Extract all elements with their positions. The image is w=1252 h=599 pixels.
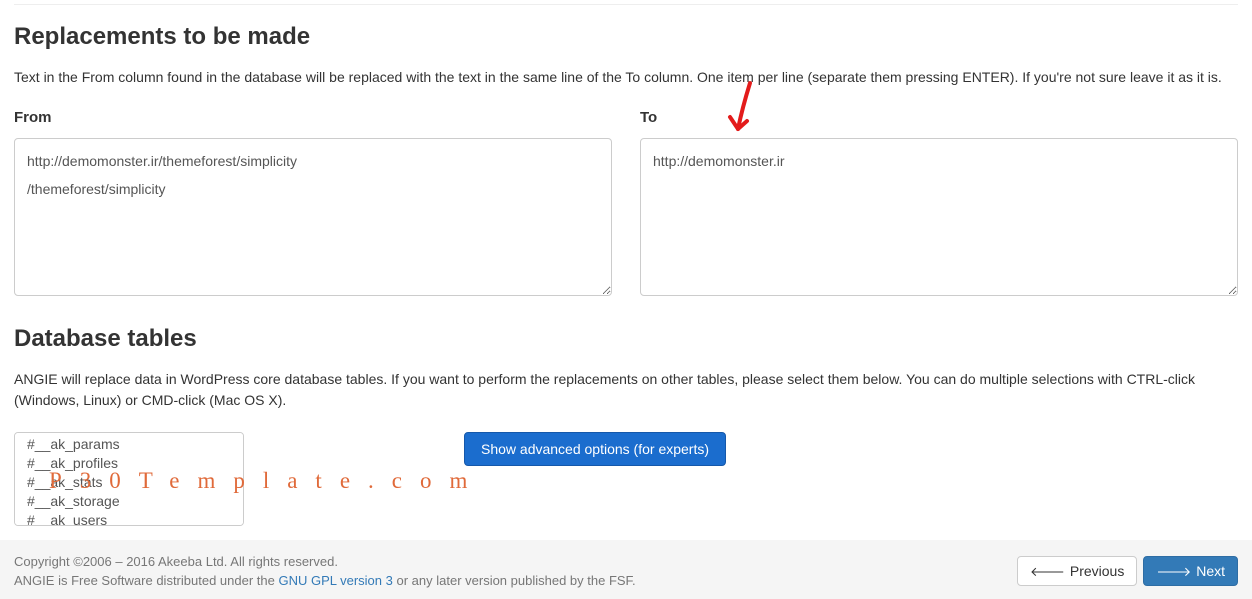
previous-label: Previous <box>1070 563 1124 579</box>
footer-text: Copyright ©2006 – 2016 Akeeba Ltd. All r… <box>14 552 636 591</box>
table-option[interactable]: #__ak_storage <box>21 492 243 511</box>
tables-select[interactable]: #__ak_params#__ak_profiles#__ak_stats#__… <box>14 432 244 526</box>
replacements-heading: Replacements to be made <box>14 23 1238 51</box>
footer-line2-a: ANGIE is Free Software distributed under… <box>14 573 278 588</box>
next-label: Next <box>1196 563 1225 579</box>
footer-bar: Copyright ©2006 – 2016 Akeeba Ltd. All r… <box>0 540 1252 599</box>
footer-line1: Copyright ©2006 – 2016 Akeeba Ltd. All r… <box>14 552 636 572</box>
footer-line2-b: or any later version published by the FS… <box>393 573 636 588</box>
from-textarea[interactable] <box>14 138 612 296</box>
table-option[interactable]: #__ak_stats <box>21 473 243 492</box>
table-option[interactable]: #__ak_params <box>21 435 243 454</box>
to-textarea[interactable] <box>640 138 1238 296</box>
replacements-row: From To <box>14 109 1238 299</box>
arrow-left-icon: 🡐 <box>1030 565 1065 578</box>
table-option[interactable]: #__ak_users <box>21 511 243 526</box>
next-button[interactable]: 🡒 Next <box>1143 556 1238 586</box>
dbtables-row: #__ak_params#__ak_profiles#__ak_stats#__… <box>14 432 1238 526</box>
dbtables-description: ANGIE will replace data in WordPress cor… <box>14 369 1238 410</box>
dbtables-heading: Database tables <box>14 325 1238 353</box>
footer-line2: ANGIE is Free Software distributed under… <box>14 571 636 591</box>
from-label: From <box>14 109 612 126</box>
table-option[interactable]: #__ak_profiles <box>21 454 243 473</box>
show-advanced-button[interactable]: Show advanced options (for experts) <box>464 432 726 466</box>
replacements-description: Text in the From column found in the dat… <box>14 67 1238 87</box>
arrow-right-icon: 🡒 <box>1156 565 1191 578</box>
gpl-link[interactable]: GNU GPL version 3 <box>278 573 392 588</box>
footer-nav: 🡐 Previous 🡒 Next <box>1017 556 1238 586</box>
to-label: To <box>640 109 1238 126</box>
previous-button[interactable]: 🡐 Previous <box>1017 556 1137 586</box>
